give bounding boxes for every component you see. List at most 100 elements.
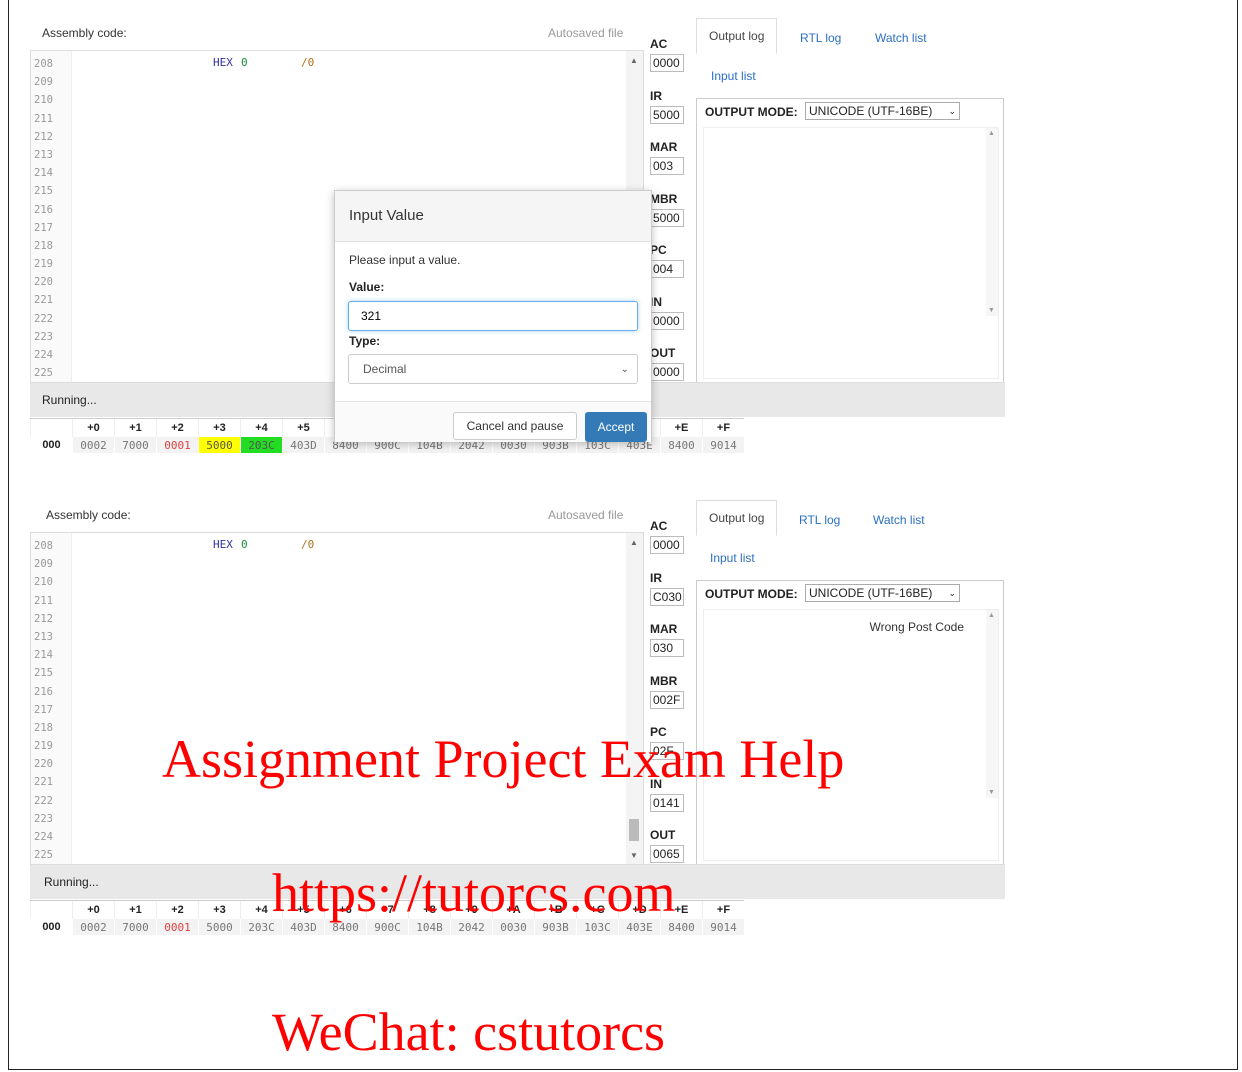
memory-cell: 5000 xyxy=(198,919,241,935)
line-number: 216 xyxy=(34,685,53,698)
line-number: 219 xyxy=(34,258,53,271)
code-keyword: HEX xyxy=(213,56,233,69)
register-pc: PC 004 xyxy=(650,238,692,290)
code-number: 0 xyxy=(241,538,248,551)
memory-header: +2 xyxy=(156,900,199,919)
register-ac: AC 0000 xyxy=(650,514,692,566)
line-number: 214 xyxy=(34,167,53,180)
register-ir: IR C030 xyxy=(650,566,692,618)
dialog-footer: Cancel and pause Accept xyxy=(335,401,651,442)
output-log-area[interactable]: ▲ ▼ xyxy=(703,127,999,379)
line-number: 220 xyxy=(34,276,53,289)
type-select[interactable]: Decimal ⌄ xyxy=(348,354,638,384)
memory-cell: 9014 xyxy=(702,919,744,935)
status-text: Running... xyxy=(44,875,99,889)
scroll-up-icon[interactable]: ▲ xyxy=(630,56,638,65)
assembly-editor[interactable]: 208 209 210 211 212 213 214 215 216 217 … xyxy=(30,532,644,866)
tab-rtl-log[interactable]: RTL log xyxy=(800,31,841,45)
line-number: 224 xyxy=(34,349,53,361)
chevron-down-icon: ⌄ xyxy=(948,106,956,116)
editor-scrollbar[interactable]: ▲ ▼ xyxy=(626,533,643,865)
memory-cell-highlighted: 203C xyxy=(240,437,283,453)
line-number: 216 xyxy=(34,203,53,216)
line-number: 210 xyxy=(34,576,53,589)
value-input[interactable] xyxy=(348,301,638,331)
line-number: 221 xyxy=(34,776,53,789)
line-number: 210 xyxy=(34,94,53,107)
scroll-up-icon[interactable]: ▲ xyxy=(988,612,995,619)
output-mode-label: OUTPUT MODE: xyxy=(705,105,798,119)
register-value: 002F xyxy=(650,690,684,709)
scroll-down-icon[interactable]: ▼ xyxy=(988,789,995,796)
line-number: 221 xyxy=(34,294,53,307)
tab-output-log[interactable]: Output log xyxy=(696,500,778,536)
line-number: 215 xyxy=(34,667,53,680)
tab-watch-list[interactable]: Watch list xyxy=(875,31,927,45)
line-number: 213 xyxy=(34,630,53,643)
assembly-code-label: Assembly code: xyxy=(42,26,127,40)
memory-header: +2 xyxy=(156,418,199,437)
code-number: 0 xyxy=(241,56,248,69)
register-value: 004 xyxy=(650,260,684,278)
line-number-gutter: 208 209 210 211 212 213 214 215 216 217 … xyxy=(31,51,72,383)
watermark-text-1: Assignment Project Exam Help xyxy=(162,729,845,789)
scroll-down-icon[interactable]: ▼ xyxy=(988,307,995,314)
dialog-title: Input Value xyxy=(349,207,424,224)
register-value: 0000 xyxy=(650,363,684,381)
line-number: 222 xyxy=(34,794,53,807)
line-number: 211 xyxy=(34,112,53,125)
output-text: Wrong Post Code xyxy=(869,620,965,634)
line-number: 209 xyxy=(34,558,53,571)
memory-header xyxy=(30,418,73,437)
output-mode-select[interactable]: UNICODE (UTF-16BE) ⌄ xyxy=(805,102,960,120)
tab-output-log[interactable]: Output log xyxy=(696,18,778,54)
register-value: 0000 xyxy=(650,311,684,330)
chevron-down-icon: ⌄ xyxy=(948,588,956,598)
watermark-text-2: https://tutorcs.com xyxy=(272,863,676,923)
tab-input-list[interactable]: Input list xyxy=(711,69,756,83)
code-comment: /0 xyxy=(301,538,315,551)
accept-button[interactable]: Accept xyxy=(585,412,647,442)
scroll-up-icon[interactable]: ▲ xyxy=(988,130,995,137)
line-number: 225 xyxy=(34,849,53,862)
line-number: 212 xyxy=(34,130,53,143)
code-comment: /0 xyxy=(301,56,315,69)
tab-rtl-log[interactable]: RTL log xyxy=(799,513,840,527)
line-number: 215 xyxy=(34,185,53,198)
memory-cell: 403D xyxy=(282,437,325,453)
autosave-status: Autosaved file xyxy=(548,508,624,522)
line-number: 212 xyxy=(34,612,53,625)
memory-cell: 0002 xyxy=(72,437,115,453)
output-scrollbar[interactable]: ▲ ▼ xyxy=(986,610,998,798)
line-number: 208 xyxy=(34,58,53,70)
line-number: 224 xyxy=(34,831,53,843)
memory-cell: 0001 xyxy=(156,919,199,935)
memory-cell: 0002 xyxy=(72,919,115,935)
status-text: Running... xyxy=(42,393,97,407)
register-mar: MAR 003 xyxy=(650,135,692,187)
register-value: 0000 xyxy=(650,54,684,72)
memory-header xyxy=(30,900,73,919)
scroll-up-icon[interactable]: ▲ xyxy=(630,538,638,547)
line-number: 220 xyxy=(34,758,53,771)
tab-input-list[interactable]: Input list xyxy=(710,551,755,565)
scrollbar-thumb[interactable] xyxy=(629,819,639,841)
memory-header: +3 xyxy=(198,900,241,919)
value-label: Value: xyxy=(349,280,385,294)
chevron-down-icon: ⌄ xyxy=(620,364,629,375)
line-number: 225 xyxy=(34,367,53,380)
line-number-gutter: 208 209 210 211 212 213 214 215 216 217 … xyxy=(31,533,72,865)
line-number: 219 xyxy=(34,740,53,753)
memory-cell-highlighted: 5000 xyxy=(198,437,241,453)
memory-header: +5 xyxy=(282,418,325,437)
memory-header: +1 xyxy=(114,900,157,919)
type-select-value: Decimal xyxy=(363,362,407,376)
scroll-down-icon[interactable]: ▼ xyxy=(630,851,638,860)
register-mbr: MBR 002F xyxy=(650,669,692,721)
register-in: IN 0000 xyxy=(650,290,692,342)
tab-watch-list[interactable]: Watch list xyxy=(873,513,925,527)
cancel-and-pause-button[interactable]: Cancel and pause xyxy=(453,412,577,440)
output-mode-select[interactable]: UNICODE (UTF-16BE) ⌄ xyxy=(805,584,960,602)
output-scrollbar[interactable]: ▲ ▼ xyxy=(986,128,998,316)
memory-header: +F xyxy=(702,900,744,919)
